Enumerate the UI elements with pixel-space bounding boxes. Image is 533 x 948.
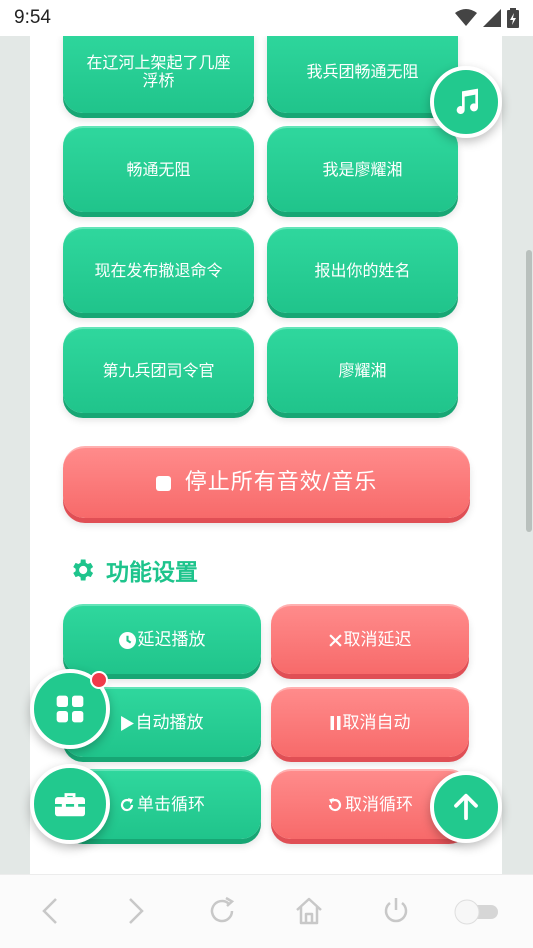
settings-section-title: 功能设置 <box>68 552 198 588</box>
cancel-delay-button[interactable]: 取消延迟 <box>271 604 469 674</box>
battery-charging-icon <box>507 8 519 28</box>
power-icon[interactable] <box>380 895 412 927</box>
sound-button[interactable]: 第九兵团司令官 <box>63 327 254 413</box>
auto-play-label: 自动播放 <box>135 713 204 733</box>
cancel-auto-button[interactable]: 取消自动 <box>271 687 469 757</box>
play-icon <box>120 715 134 731</box>
single-loop-label: 单击循环 <box>137 795 205 815</box>
arrow-up-icon <box>454 793 478 821</box>
cancel-auto-label: 取消自动 <box>342 713 411 733</box>
status-icons <box>455 8 519 28</box>
home-icon[interactable] <box>293 895 325 927</box>
sound-button-label: 廖耀湘 <box>338 361 387 380</box>
gear-icon <box>73 559 94 581</box>
sound-button[interactable]: 报出你的姓名 <box>267 227 458 313</box>
delay-play-label: 延迟播放 <box>137 630 206 650</box>
sound-button-label: 我兵团畅通无阻 <box>306 61 419 81</box>
music-fab[interactable] <box>430 66 502 138</box>
wifi-icon <box>455 9 477 26</box>
reload-icon[interactable] <box>206 895 238 927</box>
toolbox-fab[interactable] <box>30 764 110 844</box>
sound-button-label: 在辽河上架起了几座浮桥 <box>86 52 231 90</box>
sound-button[interactable]: 在辽河上架起了几座浮桥 <box>63 30 254 113</box>
bottom-nav-bar <box>0 874 533 948</box>
stop-square-icon <box>155 475 171 491</box>
undo-icon <box>327 797 343 813</box>
sound-button-label: 报出你的姓名 <box>314 261 411 280</box>
sound-button[interactable]: 我是廖耀湘 <box>267 126 458 212</box>
cancel-delay-label: 取消延迟 <box>343 630 412 650</box>
scrollbar[interactable] <box>526 250 532 532</box>
close-x-icon <box>328 633 342 647</box>
sound-button-label: 现在发布撤退命令 <box>94 261 223 280</box>
pause-icon <box>330 716 341 730</box>
notification-badge <box>90 671 108 689</box>
sound-button[interactable]: 现在发布撤退命令 <box>63 227 254 313</box>
status-time: 9:54 <box>14 7 51 28</box>
settings-title-text: 功能设置 <box>106 560 198 586</box>
sound-button[interactable]: 廖耀湘 <box>267 327 458 413</box>
toolbox-icon <box>55 793 85 817</box>
grid-menu-icon <box>56 695 84 723</box>
sound-button[interactable]: 畅通无阻 <box>63 126 254 212</box>
scroll-top-fab[interactable] <box>430 771 502 843</box>
cancel-loop-label: 取消循环 <box>345 795 413 815</box>
redo-icon <box>119 797 135 813</box>
stop-all-label: 停止所有音效/音乐 <box>184 470 378 495</box>
delay-play-button[interactable]: 延迟播放 <box>63 604 261 674</box>
back-icon[interactable] <box>40 895 62 927</box>
sound-button-label: 第九兵团司令官 <box>102 361 215 380</box>
sound-button-label: 我是廖耀湘 <box>322 160 403 179</box>
cell-signal-icon <box>483 9 501 27</box>
music-note-icon <box>456 88 479 115</box>
stop-all-button[interactable]: 停止所有音效/音乐 <box>63 446 470 518</box>
sound-button-label: 畅通无阻 <box>126 160 191 179</box>
clock-icon <box>118 631 136 649</box>
status-bar: 9:54 <box>0 0 533 36</box>
forward-icon[interactable] <box>124 895 146 927</box>
toggle-switch[interactable] <box>452 897 500 925</box>
